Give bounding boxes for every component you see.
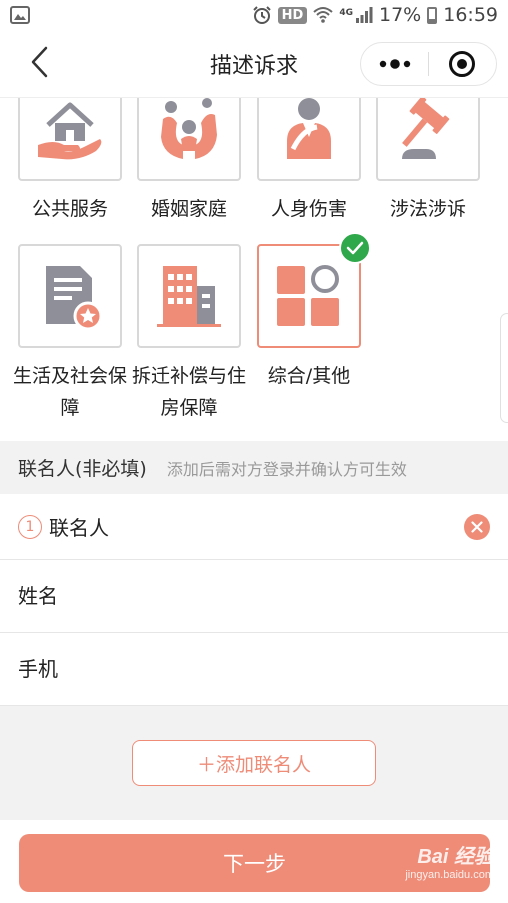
category-icon-box [257, 232, 371, 348]
miniprogram-capsule [360, 42, 497, 86]
name-row [0, 560, 508, 633]
battery-percent: 17% [379, 4, 422, 26]
target-close-icon [449, 51, 476, 77]
category-icon-box [137, 244, 241, 348]
category-general-other[interactable]: 综合/其他 [257, 232, 371, 414]
footer: 下一步 Bai 经验 jingyan.baidu.com [0, 820, 508, 903]
gavel-icon [402, 98, 450, 159]
chevron-left-icon [31, 46, 48, 78]
co-signer-section-header: 联名人(非必填) 添加后需对方登录并确认方可生效 [0, 441, 508, 494]
close-icon [471, 521, 483, 533]
document-badge-icon [46, 266, 103, 331]
category-label: 综合/其他 [267, 365, 351, 387]
category-icon-box [18, 98, 122, 181]
nav-bar: 描述诉求 [0, 30, 508, 98]
category-label: 公共服务 [31, 198, 108, 220]
phone-field[interactable] [18, 657, 478, 681]
category-label: 涉法涉诉 [389, 198, 466, 220]
category-label: 人身伤害 [270, 198, 347, 220]
close-miniprogram-button[interactable] [429, 43, 496, 85]
category-public-service[interactable]: 公共服务 [18, 98, 122, 247]
category-label: 婚姻家庭 [150, 198, 227, 220]
category-legal-litigation[interactable]: 涉法涉诉 [376, 98, 480, 247]
phone-row [0, 633, 508, 706]
network-type: 4G [339, 8, 353, 18]
category-personal-injury[interactable]: 人身伤害 [257, 98, 361, 247]
name-field[interactable] [18, 584, 478, 608]
wifi-icon [313, 7, 334, 23]
family-icon [161, 98, 217, 159]
category-icon-box [137, 98, 241, 181]
category-label: 生活及社会保障 [12, 365, 127, 419]
grid-shapes-icon [277, 265, 339, 326]
back-button[interactable] [22, 44, 58, 80]
battery-icon [427, 6, 438, 24]
check-icon [346, 241, 364, 255]
image-notification-icon [10, 6, 30, 24]
clock: 16:59 [443, 4, 498, 26]
co-signer-item-title: 联名人 [49, 516, 109, 540]
section-hint: 添加后需对方登录并确认方可生效 [166, 459, 407, 479]
house-hand-icon [38, 102, 102, 160]
category-icon-box [257, 98, 361, 181]
category-label: 拆迁补偿与住房保障 [131, 365, 246, 419]
co-signer-item-header: 1 联名人 [0, 494, 508, 560]
add-co-signer-area: ＋添加联名人 [0, 706, 508, 820]
injured-person-icon [287, 98, 331, 159]
buildings-icon [157, 266, 221, 327]
category-demolition-housing[interactable]: 拆迁补偿与住房保障 [132, 244, 246, 419]
category-social-security[interactable]: 生活及社会保障 [13, 244, 127, 419]
add-co-signer-button[interactable]: ＋添加联名人 [132, 740, 376, 786]
selected-check-badge [339, 232, 371, 264]
signal-icon [356, 7, 373, 23]
category-icon-box [376, 98, 480, 181]
more-button[interactable] [361, 43, 428, 85]
alarm-icon [252, 6, 271, 24]
category-grid: 公共服务 婚姻家庭 人身伤害 涉法涉诉 生活及社会保障 拆迁补偿与住房保障 综合… [0, 98, 508, 441]
status-bar: HD 4G 17% 16:59 [0, 0, 508, 30]
next-step-button[interactable]: 下一步 [19, 834, 490, 892]
remove-co-signer-button[interactable] [464, 514, 490, 540]
category-marriage-family[interactable]: 婚姻家庭 [137, 98, 241, 247]
item-number-badge: 1 [18, 514, 42, 539]
hd-badge: HD [277, 6, 308, 24]
scroll-edge-handle [500, 313, 508, 423]
section-title: 联名人(非必填) [18, 458, 147, 480]
more-dots-icon [379, 59, 410, 69]
category-icon-box [18, 244, 122, 348]
